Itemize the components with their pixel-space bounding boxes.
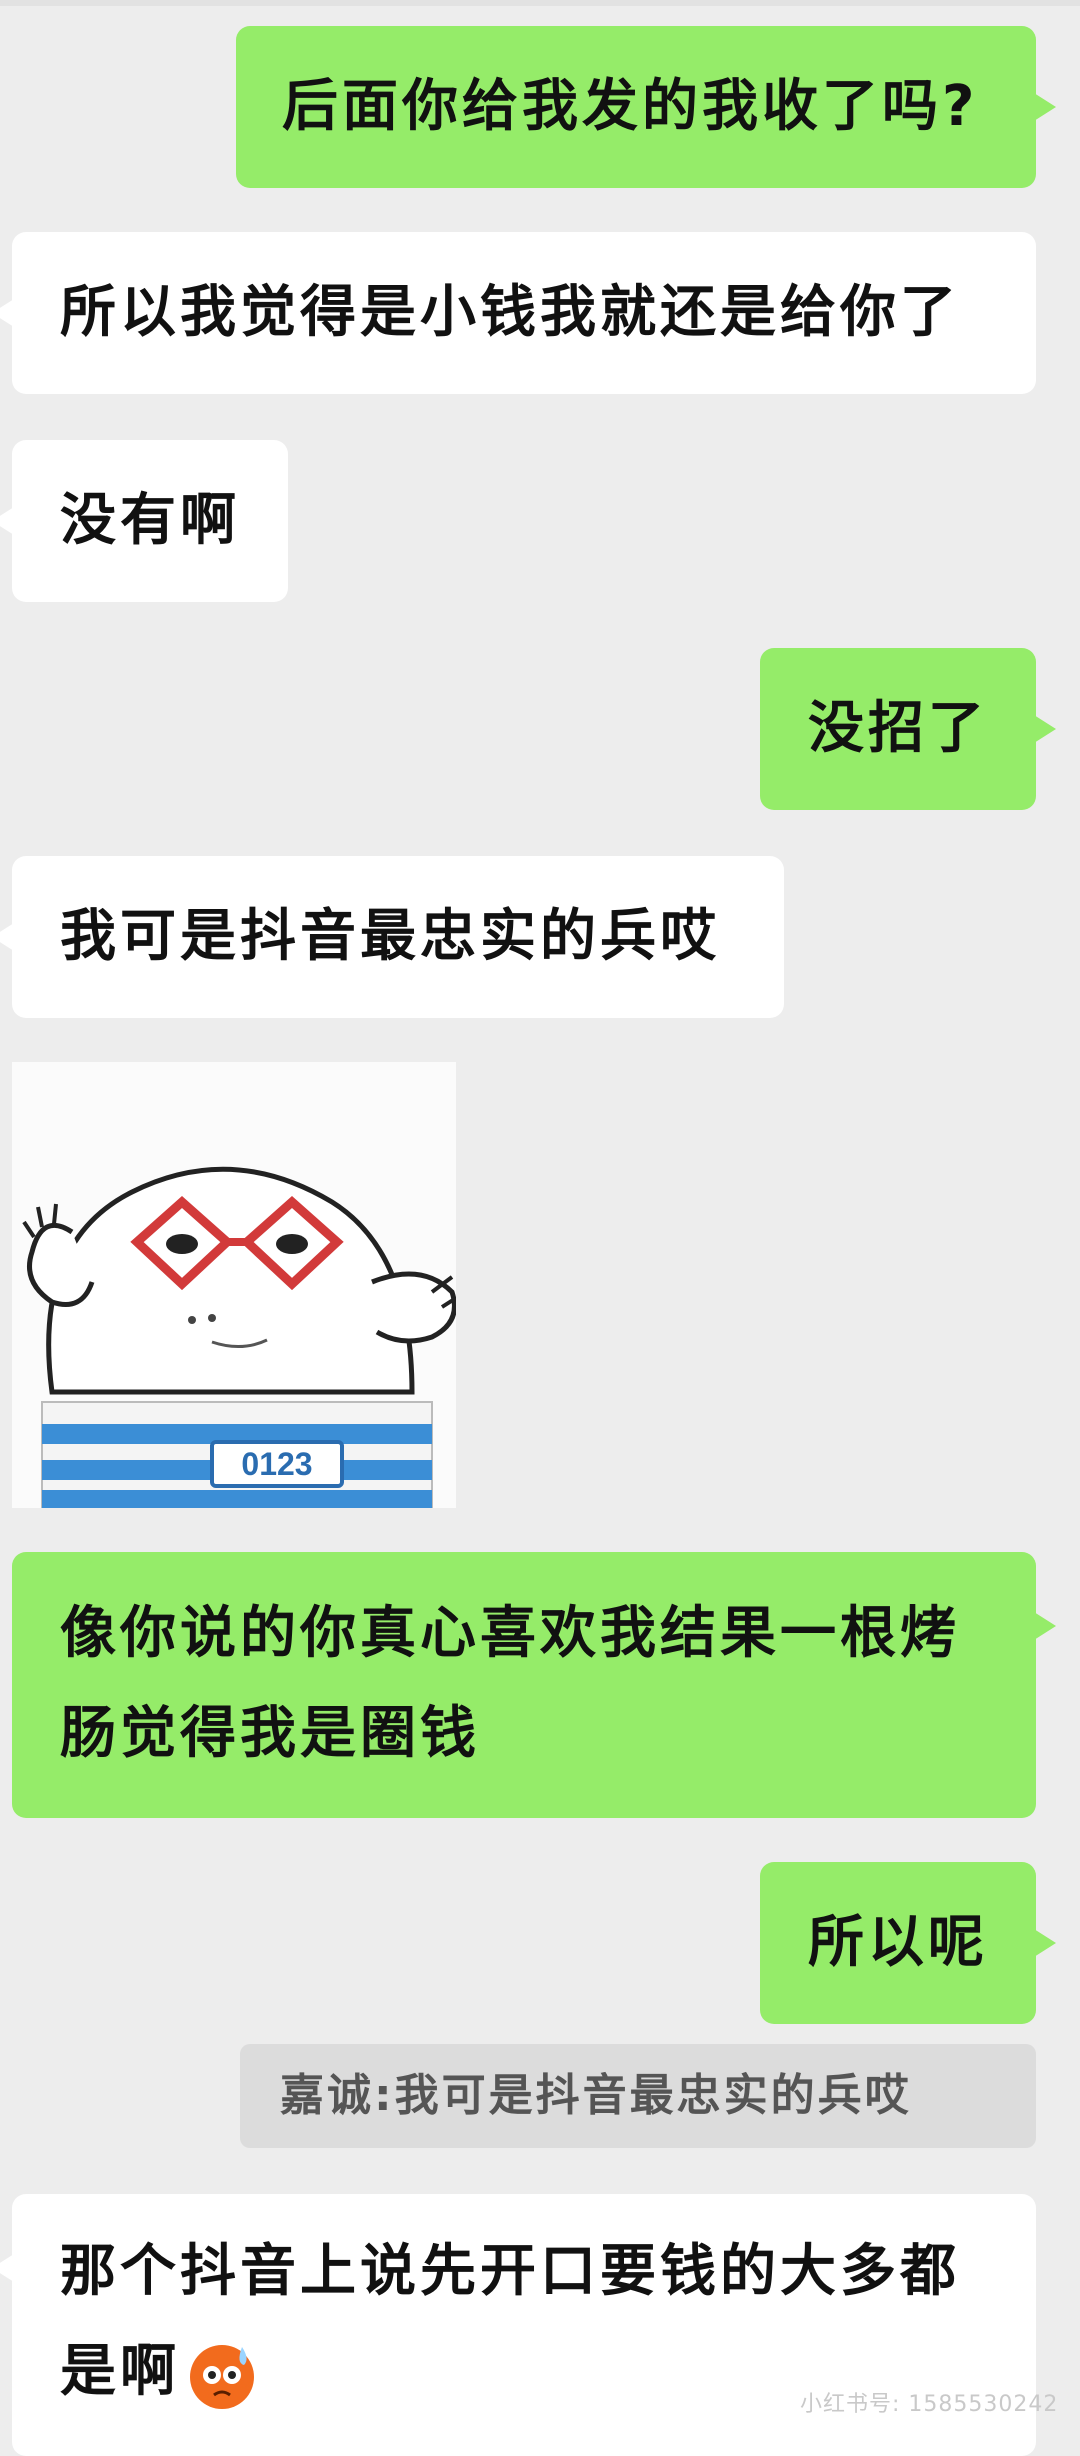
received-message-bubble[interactable]: 没有啊 xyxy=(0,440,288,602)
message-text: 所以呢 xyxy=(808,1910,988,1975)
message-text: 所以我觉得是小钱我就还是给你了 xyxy=(60,280,960,345)
watermark: 小红书号: 1585530242 xyxy=(800,2392,1059,2417)
sent-message-bubble[interactable]: 像你说的你真心喜欢我结果一根烤 肠觉得我是圈钱 xyxy=(12,1552,1056,1818)
sent-message-bubble[interactable]: 后面你给我发的我收了吗? xyxy=(236,26,1056,188)
message-text-line: 肠觉得我是圈钱 xyxy=(60,1701,480,1766)
sent-message-bubble[interactable]: 没招了 xyxy=(760,648,1056,810)
message-text: 是啊 xyxy=(60,2339,180,2404)
message-text: 没有啊 xyxy=(60,488,240,553)
received-message-bubble[interactable]: 我可是抖音最忠实的兵哎 xyxy=(0,856,784,1018)
sticker-image[interactable]: 0123 xyxy=(12,1062,456,1508)
ghost-sticker-graphic: 0123 xyxy=(22,1166,456,1508)
can-label: 0123 xyxy=(241,1446,312,1482)
top-divider xyxy=(0,0,1080,6)
message-text-line: 像你说的你真心喜欢我结果一根烤 xyxy=(60,1601,960,1666)
received-message-bubble[interactable]: 所以我觉得是小钱我就还是给你了 xyxy=(0,232,1036,394)
message-text: 没招了 xyxy=(808,696,988,761)
quoted-reply[interactable]: 嘉诚:我可是抖音最忠实的兵哎 xyxy=(240,2044,1036,2148)
message-text-line: 那个抖音上说先开口要钱的大多都 xyxy=(60,2239,960,2304)
sent-message-bubble[interactable]: 所以呢 xyxy=(760,1862,1056,2024)
quoted-text: 嘉诚:我可是抖音最忠实的兵哎 xyxy=(280,2070,912,2121)
message-text: 后面你给我发的我收了吗? xyxy=(282,74,979,139)
sweating-emoji-icon xyxy=(190,2344,254,2409)
message-text: 我可是抖音最忠实的兵哎 xyxy=(60,904,720,969)
